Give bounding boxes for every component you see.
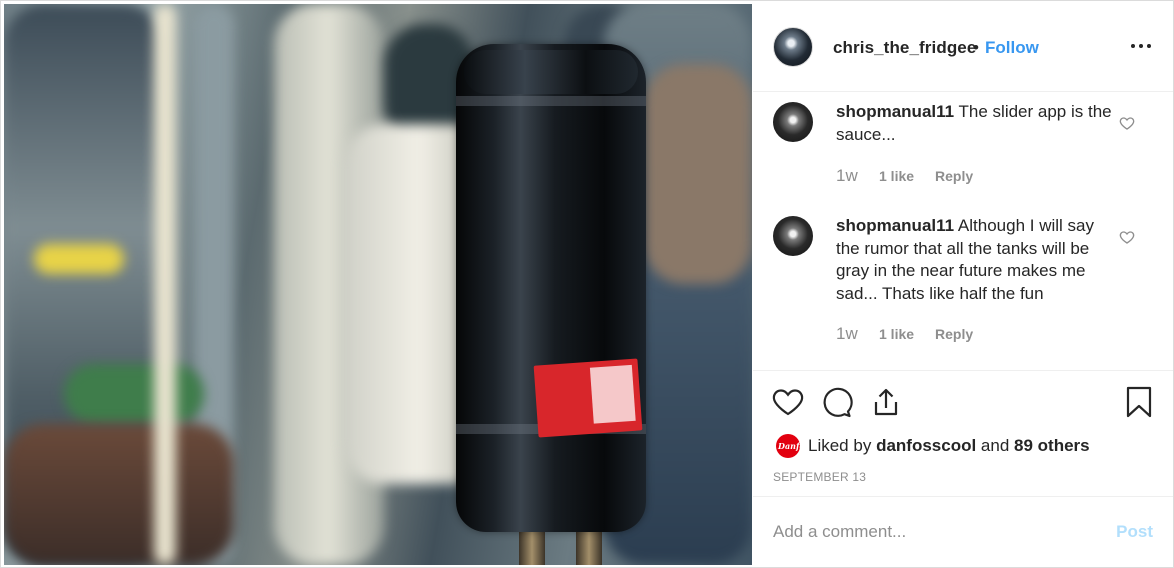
post-comment-button[interactable]: Post bbox=[1116, 522, 1153, 542]
share-icon[interactable] bbox=[869, 385, 903, 419]
post-actions: Danfoss Liked by danfosscool and 89 othe… bbox=[753, 370, 1173, 496]
photo-filter-drier-tank bbox=[456, 44, 646, 532]
comment-likes[interactable]: 1 like bbox=[879, 168, 914, 184]
post-container: chris_the_fridgee • Follow shopmanual11 … bbox=[0, 0, 1174, 568]
comment-username[interactable]: shopmanual11 bbox=[836, 102, 954, 121]
reply-button[interactable]: Reply bbox=[935, 326, 973, 342]
post-side-panel: chris_the_fridgee • Follow shopmanual11 … bbox=[753, 4, 1173, 566]
comment-like-heart-icon[interactable] bbox=[1119, 229, 1135, 245]
tank-label-spec-area bbox=[589, 364, 636, 424]
comment-meta: 1w 1 like Reply bbox=[836, 324, 973, 344]
photo-rusty-pipe bbox=[4, 424, 234, 565]
reply-button[interactable]: Reply bbox=[935, 168, 973, 184]
liked-by-and: and bbox=[980, 436, 1010, 455]
commenter-avatar[interactable] bbox=[773, 216, 813, 256]
comments-list: shopmanual11 The slider app is the sauce… bbox=[753, 93, 1173, 370]
heart-icon[interactable] bbox=[771, 385, 805, 419]
photo-green-pipe bbox=[64, 364, 204, 424]
liked-by-prefix: Liked by bbox=[808, 436, 872, 455]
more-horizontal-icon[interactable] bbox=[1129, 34, 1153, 58]
photo-yellow-pipe bbox=[34, 244, 124, 274]
bookmark-icon[interactable] bbox=[1122, 385, 1156, 419]
author-username[interactable]: chris_the_fridgee bbox=[833, 38, 976, 58]
comment-username[interactable]: shopmanual11 bbox=[836, 216, 954, 235]
liked-by-text: Liked by danfosscool and 89 others bbox=[808, 436, 1090, 456]
comment-icon[interactable] bbox=[819, 385, 853, 419]
comment-body: shopmanual11 Although I will say the rum… bbox=[836, 215, 1116, 305]
photo-rust-patch bbox=[644, 64, 752, 284]
comment-like-heart-icon[interactable] bbox=[1119, 115, 1135, 131]
post-photo[interactable] bbox=[4, 4, 752, 565]
add-comment-bar: Post bbox=[753, 496, 1173, 566]
comment-time: 1w bbox=[836, 166, 858, 185]
tank-cap bbox=[464, 50, 638, 94]
liked-by-others-link[interactable]: 89 others bbox=[1014, 436, 1090, 455]
post-header: chris_the_fridgee • Follow bbox=[753, 4, 1173, 92]
comment-time: 1w bbox=[836, 324, 858, 343]
liked-by-user[interactable]: danfosscool bbox=[876, 436, 976, 455]
author-avatar[interactable] bbox=[773, 27, 813, 67]
add-comment-input[interactable] bbox=[773, 517, 1093, 547]
liker-avatar[interactable]: Danfoss bbox=[776, 434, 814, 458]
comment-likes[interactable]: 1 like bbox=[879, 326, 914, 342]
header-separator: • bbox=[973, 38, 979, 57]
comment-body: shopmanual11 The slider app is the sauce… bbox=[836, 101, 1116, 146]
photo-insulated-pipe bbox=[154, 4, 176, 565]
tank-label bbox=[533, 358, 643, 438]
post-date[interactable]: SEPTEMBER 13 bbox=[773, 470, 866, 484]
comment-meta: 1w 1 like Reply bbox=[836, 166, 973, 186]
commenter-avatar[interactable] bbox=[773, 102, 813, 142]
follow-button[interactable]: Follow bbox=[985, 38, 1039, 58]
tank-ring bbox=[456, 96, 646, 106]
